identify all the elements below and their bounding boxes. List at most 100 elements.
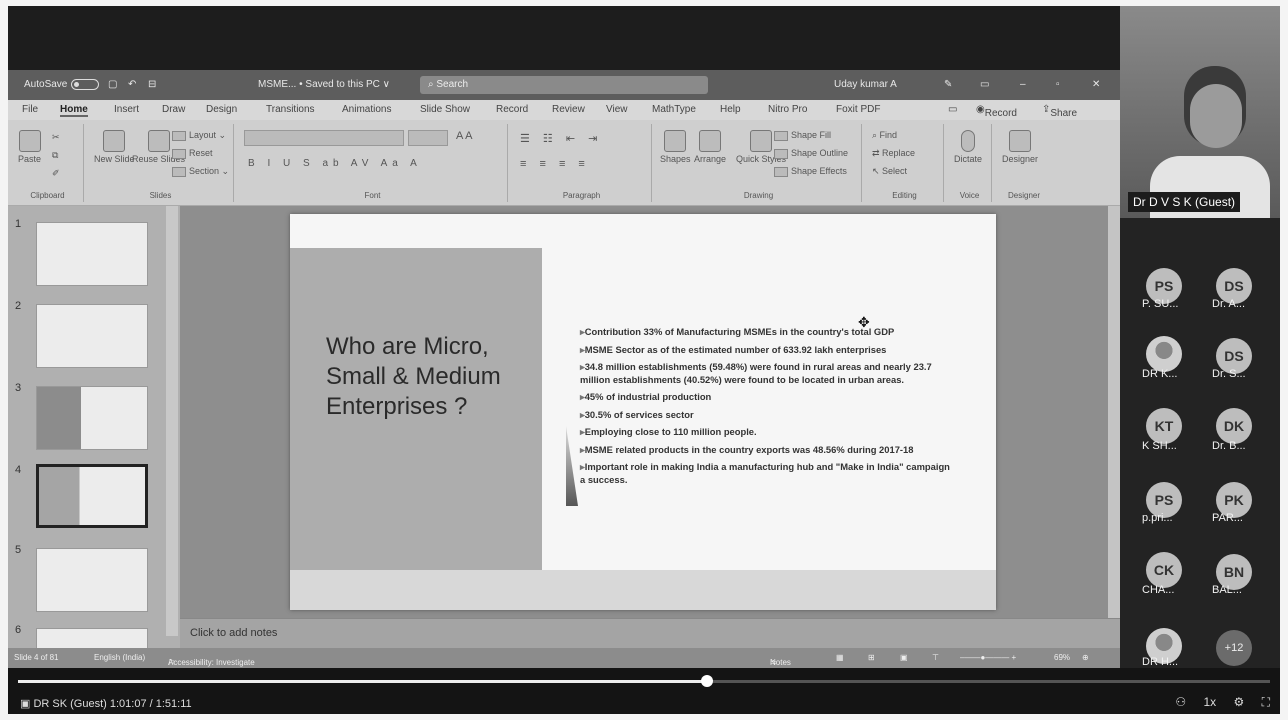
tab-mathtype[interactable]: MathType — [652, 104, 696, 115]
participants-icon[interactable]: ⚇ — [1175, 695, 1186, 709]
presenter-icon[interactable]: ⊟ — [148, 79, 156, 90]
progress-knob[interactable] — [700, 675, 713, 687]
restore-icon[interactable]: ▫ — [1056, 79, 1060, 90]
notes-pane[interactable]: Click to add notes — [180, 618, 1120, 648]
microphone-icon — [961, 130, 975, 152]
tab-slide-show[interactable]: Slide Show — [420, 104, 470, 115]
record-button[interactable]: ◉ Record — [976, 104, 1017, 119]
ribbon-display-icon[interactable]: ▭ — [980, 79, 989, 90]
tab-design[interactable]: Design — [206, 104, 237, 115]
copy-icon[interactable]: ⧉ — [52, 150, 58, 161]
playback-speed[interactable]: 1x — [1203, 695, 1216, 709]
layout-button[interactable]: Layout ⌄ — [172, 130, 226, 141]
slideshow-icon[interactable]: ⊤ — [932, 653, 939, 662]
shape-effects-button[interactable]: Shape Effects — [774, 166, 847, 177]
find-button[interactable]: ⌕ Find — [872, 130, 897, 141]
language[interactable]: English (India) — [94, 653, 145, 662]
slide-number: 1 — [15, 218, 22, 230]
format-painter-icon[interactable]: ✐ — [52, 168, 60, 179]
slide-sorter-icon[interactable]: ⊞ — [868, 653, 875, 662]
fullscreen-icon[interactable]: ⛶ — [1262, 695, 1270, 709]
slide-thumbnail-5[interactable] — [36, 548, 148, 612]
font-name-input[interactable] — [244, 130, 404, 146]
save-icon[interactable]: ▢ — [108, 79, 117, 90]
minimize-icon[interactable]: – — [1020, 79, 1026, 90]
tab-review[interactable]: Review — [552, 104, 585, 115]
paragraph-group: ☰ ☷ ⇤ ⇥ ≡ ≡ ≡ ≡ Paragraph — [512, 124, 652, 202]
section-button[interactable]: Section ⌄ — [172, 166, 229, 177]
zoom-level[interactable]: 69% — [1054, 653, 1070, 662]
arrange-button[interactable]: Arrange — [694, 130, 726, 164]
progress-bar[interactable] — [18, 675, 1270, 687]
font-formatting-icons[interactable]: B I U S ab AV Aa A — [248, 158, 422, 169]
bullet-item: 30.5% of services sector — [580, 409, 950, 422]
dictate-button[interactable]: Dictate — [954, 130, 982, 164]
tab-transitions[interactable]: Transitions — [266, 104, 315, 115]
participant-avatar[interactable]: CK — [1146, 552, 1182, 588]
tab-nitro-pro[interactable]: Nitro Pro — [768, 104, 807, 115]
slide-accent-shape — [566, 426, 578, 506]
more-participants-button[interactable]: +12 — [1216, 630, 1252, 666]
select-icon: ↖ — [872, 166, 883, 176]
new-slide-button[interactable]: New Slide — [94, 130, 135, 164]
slide-bullet-list[interactable]: Contribution 33% of Manufacturing MSMEs … — [580, 326, 950, 491]
slide-thumbnail-1[interactable] — [36, 222, 148, 286]
replace-icon: ⇄ — [872, 148, 883, 158]
normal-view-icon[interactable]: ▦ — [836, 653, 844, 662]
replace-button[interactable]: ⇄ Replace — [872, 148, 915, 159]
top-dark-region — [8, 6, 1120, 70]
participant-avatar[interactable]: KT — [1146, 408, 1182, 444]
settings-icon[interactable]: ⚙ — [1233, 695, 1244, 709]
search-input[interactable]: ⌕ Search — [420, 76, 708, 94]
close-icon[interactable]: ✕ — [1092, 79, 1100, 90]
tab-home[interactable]: Home — [60, 104, 88, 117]
slide-thumbnail-3[interactable] — [36, 386, 148, 450]
tab-draw[interactable]: Draw — [162, 104, 185, 115]
comments-icon[interactable]: ▭ — [948, 104, 957, 115]
slides-group: New Slide Reuse Slides Layout ⌄ Reset Se… — [88, 124, 234, 202]
autosave-toggle[interactable] — [71, 79, 100, 90]
slide-number: 2 — [15, 300, 22, 312]
tab-help[interactable]: Help — [720, 104, 741, 115]
fit-slide-icon[interactable]: ⊕ — [1082, 653, 1089, 662]
shape-outline-button[interactable]: Shape Outline — [774, 148, 848, 159]
slide-thumbnail-4[interactable] — [36, 464, 148, 528]
arrange-icon — [699, 130, 722, 152]
shape-fill-button[interactable]: Shape Fill — [774, 130, 831, 141]
participant-name: Dr. S... — [1212, 368, 1246, 380]
bullet-item: Contribution 33% of Manufacturing MSMEs … — [580, 326, 950, 339]
current-slide[interactable]: Who are Micro, Small & Medium Enterprise… — [290, 214, 996, 610]
tab-file[interactable]: File — [22, 104, 38, 115]
reading-view-icon[interactable]: ▣ — [900, 653, 908, 662]
participant-avatar[interactable]: DK — [1216, 408, 1252, 444]
tab-insert[interactable]: Insert — [114, 104, 139, 115]
status-bar: Slide 4 of 81 English (India) ⚐ Accessib… — [8, 648, 1120, 668]
tab-animations[interactable]: Animations — [342, 104, 391, 115]
align-icons[interactable]: ≡ ≡ ≡ ≡ — [520, 158, 590, 170]
tab-record[interactable]: Record — [496, 104, 528, 115]
share-button[interactable]: ⇪ Share — [1042, 104, 1077, 119]
select-button[interactable]: ↖ Select — [872, 166, 907, 177]
font-size-input[interactable] — [408, 130, 448, 146]
slide-thumbnail-2[interactable] — [36, 304, 148, 368]
slide-title[interactable]: Who are Micro, Small & Medium Enterprise… — [326, 332, 536, 422]
designer-button[interactable]: Designer — [1002, 130, 1038, 164]
reset-button[interactable]: Reset — [172, 148, 213, 159]
undo-icon[interactable]: ↶ — [128, 79, 136, 90]
thumbnails-scrollbar[interactable] — [166, 206, 178, 636]
list-icons[interactable]: ☰ ☷ ⇤ ⇥ — [520, 132, 602, 145]
paste-button[interactable]: Paste — [18, 130, 41, 164]
pen-icon[interactable]: ✎ — [944, 79, 952, 90]
tab-view[interactable]: View — [606, 104, 628, 115]
slide-scrollbar[interactable] — [1108, 206, 1120, 636]
font-grow-icon[interactable]: A A — [456, 130, 473, 142]
zoom-slider[interactable]: –——●——— + — [960, 653, 1016, 662]
clipboard-group: Paste ✂ ⧉ ✐ Clipboard — [12, 124, 84, 202]
new-slide-icon — [103, 130, 126, 152]
participant-avatar[interactable] — [1146, 336, 1182, 372]
bullet-item: Employing close to 110 million people. — [580, 426, 950, 439]
cut-icon[interactable]: ✂ — [52, 132, 60, 143]
shapes-button[interactable]: Shapes — [660, 130, 691, 164]
participant-name: BAL... — [1212, 584, 1242, 596]
tab-foxit-pdf[interactable]: Foxit PDF — [836, 104, 880, 115]
